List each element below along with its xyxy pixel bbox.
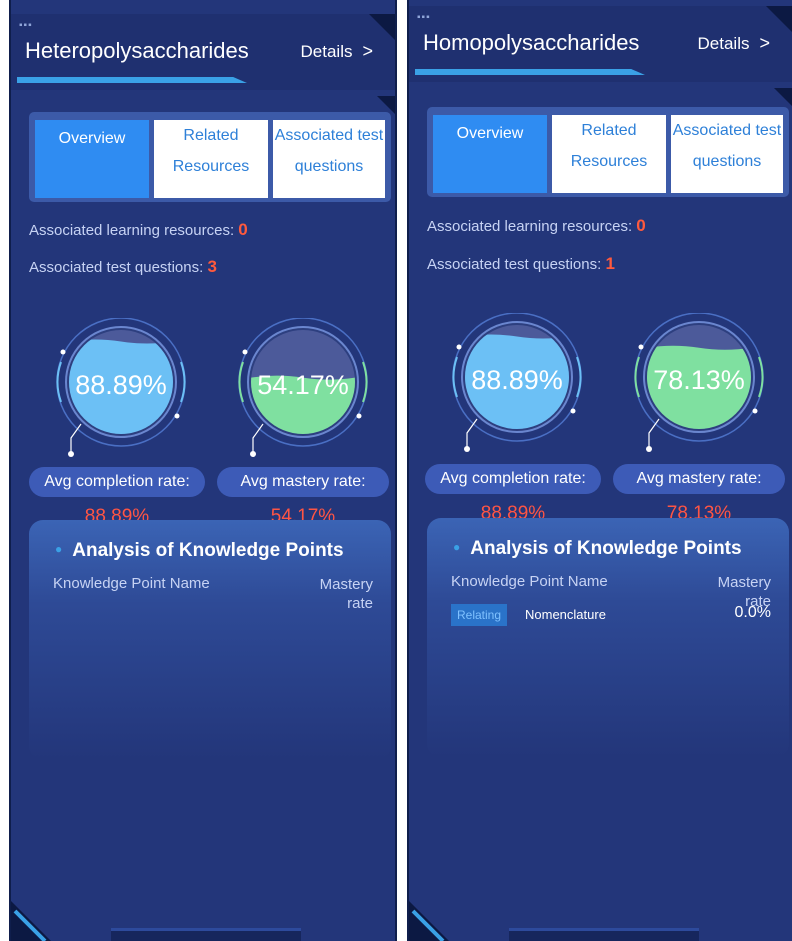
- column-header-name: Knowledge Point Name: [451, 573, 608, 590]
- relating-tag[interactable]: Relating: [451, 604, 508, 626]
- completion-gauge: 88.89%: [51, 318, 191, 458]
- analysis-heading: ● Analysis of Knowledge Points: [453, 538, 742, 560]
- stat-count: 0: [238, 220, 248, 239]
- gauge-dot: [242, 349, 248, 355]
- analysis-heading: ● Analysis of Knowledge Points: [55, 540, 344, 562]
- stat-label: Associated learning resources:: [29, 222, 235, 239]
- column-header-name: Knowledge Point Name: [53, 575, 210, 592]
- completion-gauge: 88.89%: [447, 313, 587, 453]
- details-link[interactable]: Details >: [698, 33, 770, 54]
- tab-label-line2: questions: [692, 153, 762, 170]
- gauge-dot: [570, 408, 576, 414]
- tab-label-line2: Resources: [570, 153, 648, 170]
- knowledge-panel-left: ▪▪▪ Heteropolysaccharides Details > Overv…: [9, 0, 397, 941]
- knowledge-point-name: Nomenclature: [525, 607, 606, 622]
- details-label: Details: [697, 34, 750, 53]
- corner-decoration: [409, 901, 449, 941]
- gauge-pendant-ball: [646, 446, 652, 452]
- avg-completion-label: Avg completion rate:: [425, 464, 601, 494]
- avg-mastery-label: Avg mastery rate:: [217, 467, 389, 497]
- tab-overview-label: Overview: [58, 130, 126, 147]
- stat-label: Associated learning resources:: [427, 218, 633, 235]
- gauge-value: 78.13%: [653, 365, 745, 395]
- avg-mastery-label: Avg mastery rate:: [613, 464, 785, 494]
- gauge-dot: [456, 344, 462, 350]
- gauge-dot: [174, 413, 180, 419]
- learning-resources-stat: Associated learning resources: 0: [427, 216, 646, 236]
- column-header-rate: Mastery rate: [319, 576, 373, 612]
- analysis-title: Analysis of Knowledge Points: [72, 540, 344, 561]
- tab-label-line1: Associated test: [672, 122, 782, 139]
- corner-decoration: [774, 88, 792, 106]
- details-link[interactable]: Details >: [301, 41, 373, 62]
- gauge-dot: [356, 413, 362, 419]
- analysis-title: Analysis of Knowledge Points: [470, 538, 742, 559]
- gauge-dot: [638, 344, 644, 350]
- drag-handle-icon[interactable]: ▪▪▪: [417, 12, 431, 23]
- tab-label-line1: Related: [581, 122, 637, 139]
- bottom-decoration: [111, 928, 301, 941]
- stat-count: 1: [605, 254, 615, 273]
- drag-handle-icon[interactable]: ▪▪▪: [19, 20, 33, 31]
- gauge-value: 88.89%: [471, 365, 563, 395]
- gauge-value: 88.89%: [75, 370, 167, 400]
- tab-associated-test-questions[interactable]: Associated test questions: [273, 120, 385, 198]
- mastery-gauge: 78.13%: [629, 313, 769, 453]
- avg-completion-label: Avg completion rate:: [29, 467, 205, 497]
- tab-overview-label: Overview: [456, 125, 524, 142]
- knowledge-panel-right: ▪▪▪ Homopolysaccharides Details > Overvie…: [407, 0, 792, 941]
- table-row[interactable]: Relating Nomenclature 0.0%: [451, 604, 771, 628]
- corner-decoration: [766, 6, 792, 32]
- gauge-value: 54.17%: [257, 370, 349, 400]
- gauge-pendant-ball: [68, 451, 74, 457]
- corner-decoration: [11, 901, 51, 941]
- gauge-dot: [60, 349, 66, 355]
- panel-header: ▪▪▪ Heteropolysaccharides Details >: [11, 14, 395, 90]
- bottom-decoration: [509, 928, 699, 941]
- title-underline: [17, 77, 247, 83]
- bullet-dot-icon: ●: [453, 540, 461, 554]
- tab-related-resources[interactable]: Related Resources: [154, 120, 268, 198]
- stat-label: Associated test questions:: [29, 259, 204, 276]
- title-underline: [415, 69, 645, 75]
- test-questions-stat: Associated test questions: 3: [29, 257, 217, 277]
- gauge-dot: [752, 408, 758, 414]
- knowledge-analysis-card: ● Analysis of Knowledge Points Knowledge …: [427, 518, 789, 758]
- bullet-dot-icon: ●: [55, 542, 63, 556]
- tab-related-resources[interactable]: Related Resources: [552, 115, 666, 193]
- tab-bar: Overview Related Resources Associated tes…: [29, 112, 391, 202]
- details-label: Details: [300, 42, 353, 61]
- tab-overview[interactable]: Overview: [35, 120, 149, 198]
- tab-label-line1: Associated test: [274, 127, 384, 144]
- tab-label-line2: Resources: [172, 158, 250, 175]
- chevron-right-icon: >: [362, 41, 373, 61]
- tab-label-line2: questions: [294, 158, 364, 175]
- knowledge-point-rate: 0.0%: [734, 604, 771, 621]
- panel-title: Heteropolysaccharides: [25, 38, 249, 63]
- learning-resources-stat: Associated learning resources: 0: [29, 220, 248, 240]
- chevron-right-icon: >: [759, 33, 770, 53]
- panel-title: Homopolysaccharides: [423, 30, 640, 55]
- knowledge-analysis-card: ● Analysis of Knowledge Points Knowledge …: [29, 520, 391, 760]
- panel-header: ▪▪▪ Homopolysaccharides Details >: [409, 6, 792, 82]
- tab-associated-test-questions[interactable]: Associated test questions: [671, 115, 783, 193]
- tab-overview[interactable]: Overview: [433, 115, 547, 193]
- tab-label-line1: Related: [183, 127, 239, 144]
- stat-count: 0: [636, 216, 646, 235]
- corner-decoration: [369, 14, 395, 40]
- gauge-pendant-ball: [250, 451, 256, 457]
- test-questions-stat: Associated test questions: 1: [427, 254, 615, 274]
- mastery-gauge: 54.17%: [233, 318, 373, 458]
- gauge-pendant-ball: [464, 446, 470, 452]
- stat-label: Associated test questions:: [427, 256, 602, 273]
- tab-bar: Overview Related Resources Associated tes…: [427, 107, 789, 197]
- stat-count: 3: [207, 257, 217, 276]
